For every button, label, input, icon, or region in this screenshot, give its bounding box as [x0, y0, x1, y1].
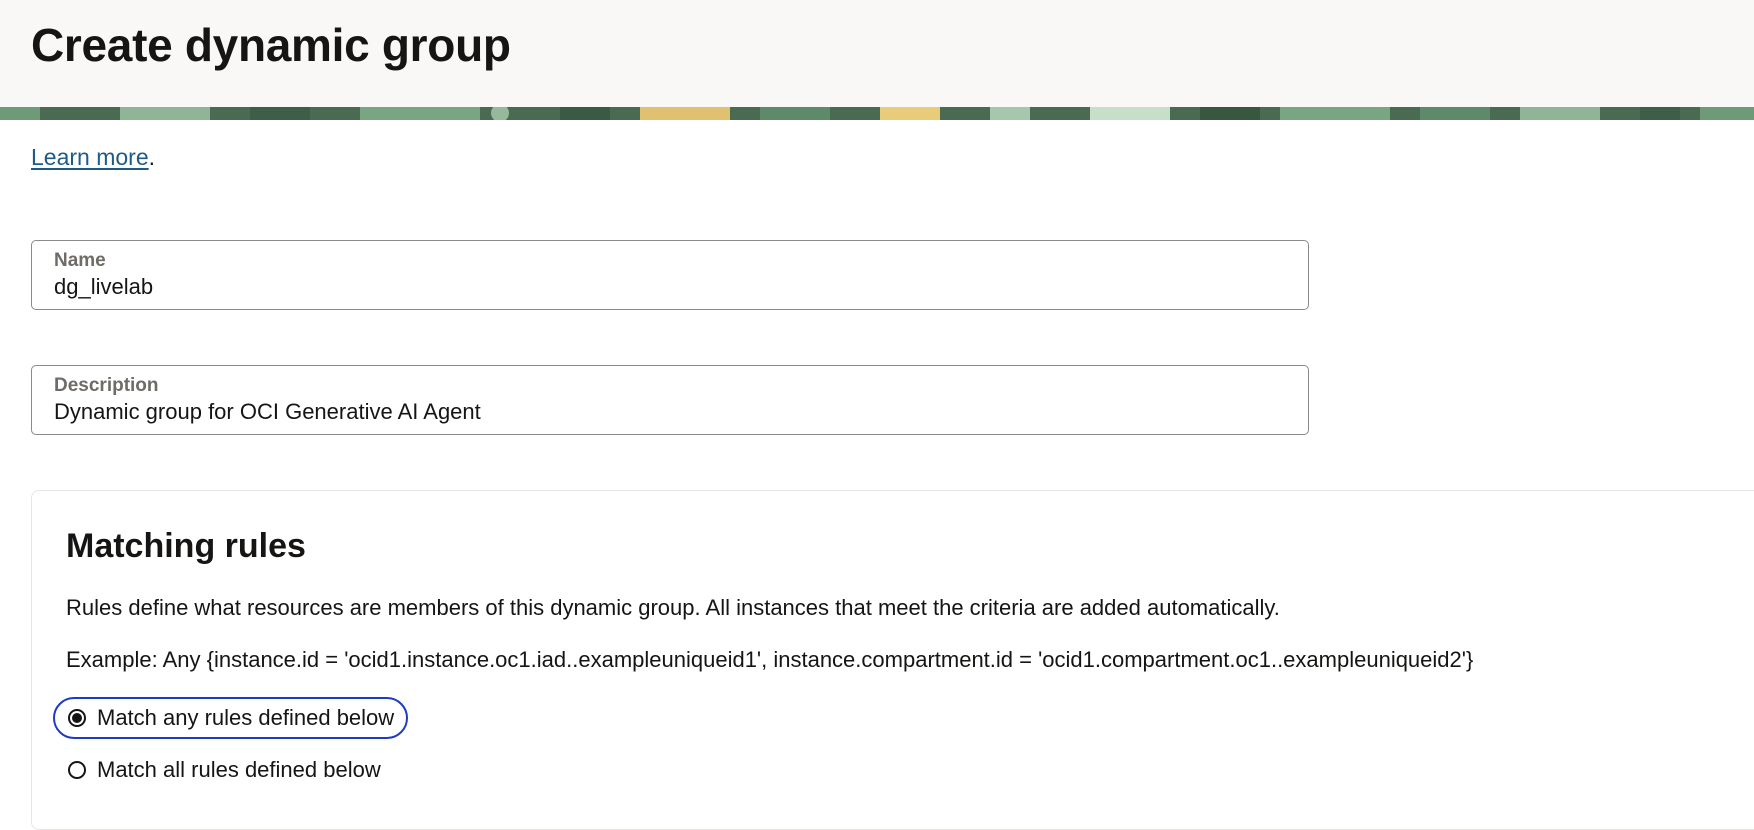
learn-more-line: Learn more.: [31, 144, 155, 171]
radio-unselected-icon[interactable]: [68, 761, 86, 779]
name-field[interactable]: Name: [31, 240, 1309, 310]
description-field[interactable]: Description: [31, 365, 1309, 435]
name-field-label: Name: [54, 250, 106, 271]
match-all-radio-option[interactable]: Match all rules defined below: [53, 749, 395, 791]
page-title: Create dynamic group: [31, 19, 511, 71]
match-any-radio-option[interactable]: Match any rules defined below: [53, 697, 409, 739]
matching-rules-title: Matching rules: [66, 527, 306, 565]
name-input[interactable]: [54, 274, 1284, 300]
description-field-label: Description: [54, 375, 159, 396]
matching-rules-description: Rules define what resources are members …: [66, 595, 1280, 620]
radio-selected-icon[interactable]: [68, 709, 86, 727]
match-all-label: Match all rules defined below: [97, 757, 381, 782]
description-input[interactable]: [54, 399, 1284, 425]
matching-rules-example: Example: Any {instance.id = 'ocid1.insta…: [66, 647, 1474, 672]
matching-rules-section: Matching rules Rules define what resourc…: [31, 490, 1754, 830]
decorative-banner: [0, 107, 1754, 120]
learn-more-link[interactable]: Learn more: [31, 144, 149, 170]
learn-more-period: .: [148, 144, 156, 170]
match-any-label: Match any rules defined below: [97, 705, 395, 730]
page-header: Create dynamic group: [0, 0, 1754, 107]
radio-dot-icon: [72, 713, 82, 723]
